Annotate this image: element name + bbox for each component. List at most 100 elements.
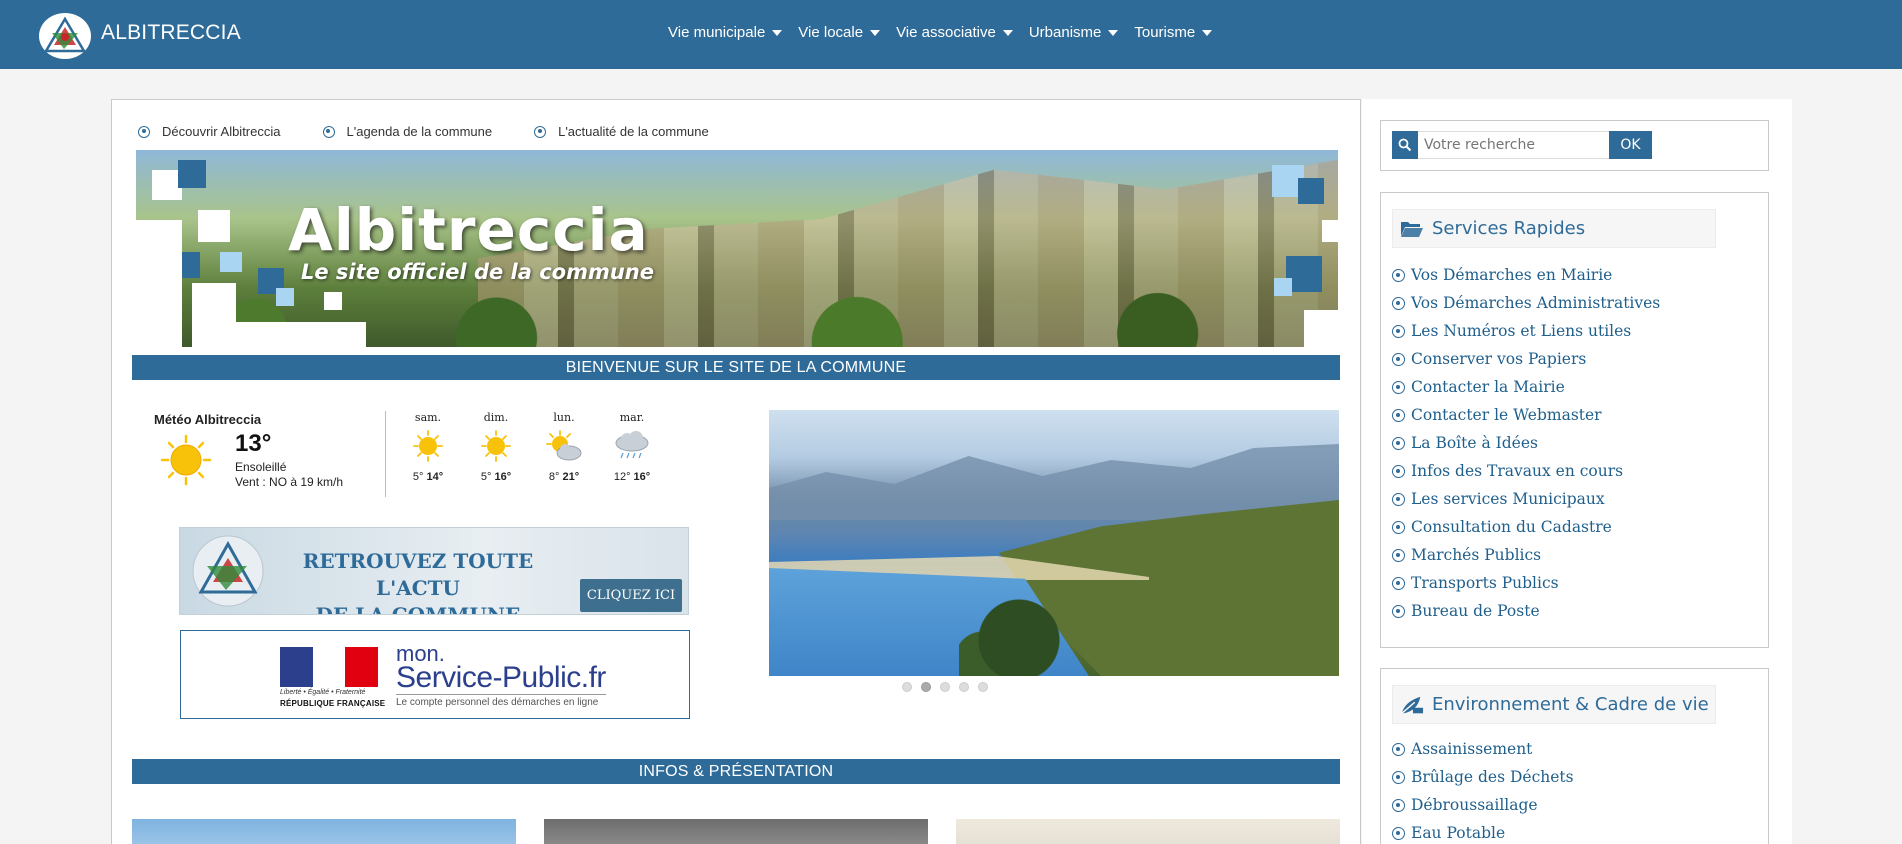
link-label: Brûlage des Déchets [1411, 768, 1574, 786]
link-services-municipaux[interactable]: Les services Municipaux [1392, 485, 1660, 513]
chevron-down-icon [772, 30, 783, 36]
circle-dot-icon [1392, 742, 1405, 756]
services-rapides-list: Vos Démarches en Mairie Vos Démarches Ad… [1392, 261, 1660, 625]
thumbnail-1[interactable] [132, 819, 516, 844]
link-label: Assainissement [1411, 740, 1533, 758]
environnement-list: Assainissement Brûlage des Déchets Débro… [1392, 735, 1574, 844]
link-label: Consultation du Cadastre [1411, 518, 1612, 536]
link-demarches-mairie[interactable]: Vos Démarches en Mairie [1392, 261, 1660, 289]
sun-icon [160, 434, 212, 486]
circle-dot-icon [1392, 826, 1405, 840]
forecast-min: 5° [480, 471, 492, 483]
circle-dot-icon [1392, 352, 1405, 366]
site-logo[interactable] [39, 13, 91, 59]
nav-label: Vie municipale [668, 24, 766, 41]
services-rapides-title: Services Rapides [1432, 218, 1586, 239]
slider-image[interactable] [769, 410, 1339, 676]
nav-label: Vie locale [798, 24, 864, 41]
slider-dot[interactable] [940, 682, 950, 692]
link-brulage-dechets[interactable]: Brûlage des Déchets [1392, 763, 1574, 791]
forecast-max: 16° [494, 471, 512, 483]
nav-tourisme[interactable]: Tourisme [1134, 24, 1213, 41]
circle-dot-icon [1392, 604, 1405, 618]
forecast-temps: 5° 14° [398, 471, 458, 483]
forecast-day: lun. 8° 21° [534, 411, 594, 483]
service-public-banner[interactable]: Liberté • Égalité • Fraternité RÉPUBLIQU… [180, 630, 690, 719]
link-label: Infos des Travaux en cours [1411, 462, 1624, 480]
link-bureau-poste[interactable]: Bureau de Poste [1392, 597, 1660, 625]
link-contacter-webmaster[interactable]: Contacter le Webmaster [1392, 401, 1660, 429]
circle-dot-icon [1392, 464, 1405, 478]
quicklink-decouvrir[interactable]: Découvrir Albitreccia [138, 124, 281, 139]
banner-subtitle: Le site officiel de la commune [301, 260, 654, 284]
decor-square [198, 210, 230, 242]
circle-dot-icon [1392, 324, 1405, 338]
welcome-bar: BIENVENUE SUR LE SITE DE LA COMMUNE [132, 355, 1340, 380]
rain-cloud-icon [615, 431, 649, 459]
link-infos-travaux[interactable]: Infos des Travaux en cours [1392, 457, 1660, 485]
nav-vie-municipale[interactable]: Vie municipale [668, 24, 783, 41]
thumbnail-3-map[interactable] [956, 819, 1340, 844]
service-public-subtitle: Le compte personnel des démarches en lig… [396, 697, 599, 708]
forecast-day-name: dim. [483, 411, 509, 424]
main-nav: Vie municipale Vie locale Vie associativ… [668, 24, 1228, 41]
forecast-day-name: lun. [553, 411, 575, 424]
circle-dot-icon [1392, 408, 1405, 422]
link-assainissement[interactable]: Assainissement [1392, 735, 1574, 763]
forecast-day-name: mar. [619, 411, 645, 424]
decor-square [178, 160, 206, 188]
circle-dot-icon [1392, 770, 1405, 784]
link-label: Les Numéros et Liens utiles [1411, 322, 1632, 340]
link-eau-potable[interactable]: Eau Potable [1392, 819, 1574, 844]
search-ok-button[interactable]: OK [1609, 131, 1652, 159]
cliquez-ici-button[interactable]: CLIQUEZ ICI [580, 579, 682, 612]
environnement-header: Environnement & Cadre de vie [1392, 685, 1716, 724]
link-label: Bureau de Poste [1411, 602, 1540, 620]
folder-open-icon [1400, 219, 1424, 239]
link-conserver-papiers[interactable]: Conserver vos Papiers [1392, 345, 1660, 373]
link-cadastre[interactable]: Consultation du Cadastre [1392, 513, 1660, 541]
link-label: Contacter le Webmaster [1411, 406, 1602, 424]
environnement-panel: Environnement & Cadre de vie Assainissem… [1380, 668, 1769, 844]
weather-divider [385, 411, 386, 497]
circle-dot-icon [1392, 436, 1405, 450]
forecast-min: 8° [548, 471, 560, 483]
promo-actu-banner[interactable]: RETROUVEZ TOUTE L'ACTU DE LA COMMUNE CLI… [179, 527, 689, 615]
search-icon [1392, 131, 1418, 159]
quicklink-actualite[interactable]: L'actualité de la commune [534, 124, 709, 139]
thumbnail-2[interactable] [544, 819, 928, 844]
slider-dot[interactable] [978, 682, 988, 692]
promo-actu-text: RETROUVEZ TOUTE L'ACTU DE LA COMMUNE [288, 548, 548, 614]
header-banner: Albitreccia Le site officiel de la commu… [136, 150, 1338, 347]
chevron-down-icon [1002, 30, 1013, 36]
site-name[interactable]: ALBITRECCIA [101, 21, 241, 45]
link-contacter-mairie[interactable]: Contacter la Mairie [1392, 373, 1660, 401]
circle-dot-icon [1392, 576, 1405, 590]
slider-dot[interactable] [902, 682, 912, 692]
divider [396, 694, 606, 695]
link-demarches-administratives[interactable]: Vos Démarches Administratives [1392, 289, 1660, 317]
link-numeros-liens[interactable]: Les Numéros et Liens utiles [1392, 317, 1660, 345]
link-marches-publics[interactable]: Marchés Publics [1392, 541, 1660, 569]
slider-dot[interactable] [959, 682, 969, 692]
slider-dot-active[interactable] [921, 682, 931, 692]
republic-motto: Liberté • Égalité • Fraternité [280, 689, 366, 696]
nav-urbanisme[interactable]: Urbanisme [1029, 24, 1119, 41]
link-label: Eau Potable [1411, 824, 1506, 842]
nav-vie-locale[interactable]: Vie locale [798, 24, 881, 41]
decor-square [236, 322, 366, 347]
republique-francaise: RÉPUBLIQUE FRANÇAISE [280, 699, 386, 708]
promo-actu-line1: RETROUVEZ TOUTE L'ACTU [302, 549, 534, 600]
link-boite-idees[interactable]: La Boîte à Idées [1392, 429, 1660, 457]
chevron-down-icon [870, 30, 881, 36]
link-debroussaillage[interactable]: Débroussaillage [1392, 791, 1574, 819]
chevron-down-icon [1202, 30, 1213, 36]
circle-dot-icon [1392, 296, 1405, 310]
quicklink-agenda[interactable]: L'agenda de la commune [322, 124, 492, 139]
link-transports-publics[interactable]: Transports Publics [1392, 569, 1660, 597]
search-input[interactable] [1418, 131, 1610, 159]
nav-vie-associative[interactable]: Vie associative [896, 24, 1013, 41]
link-label: Transports Publics [1411, 574, 1559, 592]
top-navbar: ALBITRECCIA Vie municipale Vie locale Vi… [0, 0, 1902, 69]
weather-widget: Météo Albitreccia 13° Ensoleillé Vent : … [154, 400, 724, 500]
